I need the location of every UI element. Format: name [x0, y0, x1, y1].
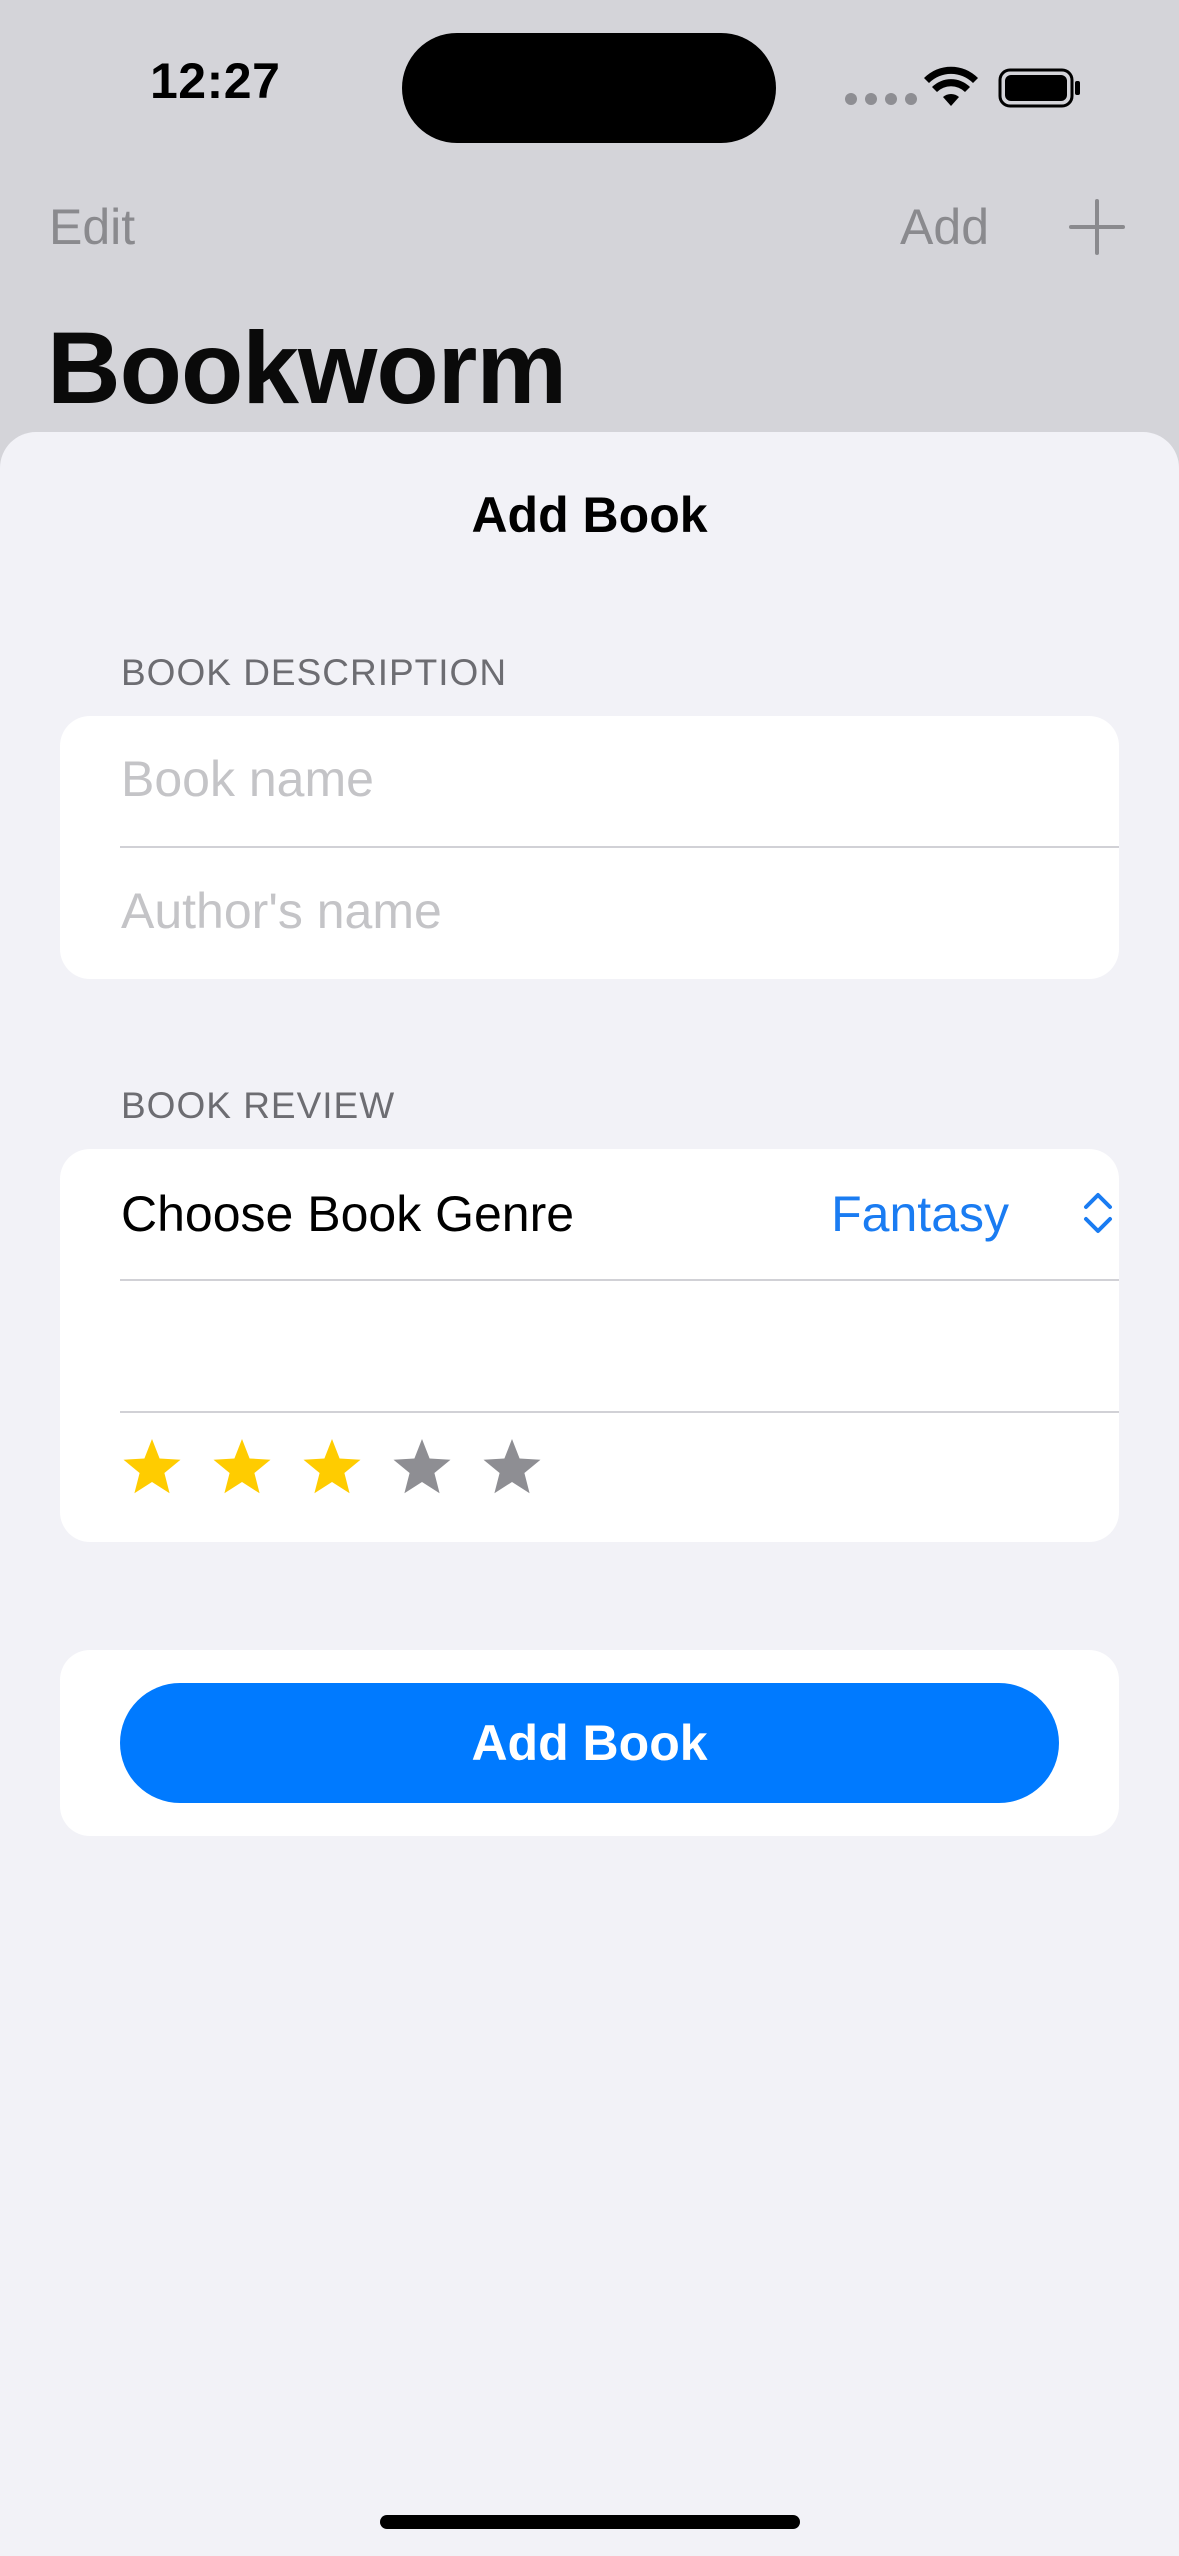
- genre-picker-value[interactable]: Fantasy: [831, 1185, 1009, 1243]
- page-title: Bookworm: [47, 311, 567, 425]
- star-rating[interactable]: [120, 1435, 544, 1499]
- genre-picker-row[interactable]: Choose Book Genre Fantasy: [60, 1149, 1119, 1280]
- cellular-signal-icon: [845, 93, 917, 105]
- star-empty-icon[interactable]: [390, 1435, 454, 1499]
- home-indicator: [380, 2515, 800, 2529]
- book-name-field[interactable]: Book name: [60, 716, 1119, 847]
- section-header-book-description: BOOK DESCRIPTION: [121, 652, 508, 693]
- star-empty-icon[interactable]: [480, 1435, 544, 1499]
- dynamic-island: [402, 33, 776, 143]
- chevron-up-down-icon[interactable]: [1080, 1189, 1116, 1237]
- star-filled-icon[interactable]: [300, 1435, 364, 1499]
- wifi-icon: [924, 66, 978, 106]
- author-name-field[interactable]: Author's name: [60, 848, 1119, 979]
- genre-label: Choose Book Genre: [121, 1186, 575, 1242]
- review-text-field[interactable]: [60, 1281, 1119, 1412]
- author-name-placeholder: Author's name: [121, 883, 442, 939]
- section-header-book-review: BOOK REVIEW: [121, 1085, 396, 1126]
- add-book-sheet: Add Book BOOK DESCRIPTION Book name Auth…: [0, 432, 1179, 2556]
- add-book-button[interactable]: Add Book: [120, 1683, 1059, 1803]
- star-filled-icon[interactable]: [120, 1435, 184, 1499]
- battery-icon: [998, 68, 1080, 108]
- plus-icon[interactable]: [1069, 199, 1125, 255]
- edit-button[interactable]: Edit: [49, 198, 135, 256]
- add-button[interactable]: Add: [900, 198, 989, 256]
- book-description-card: Book name Author's name: [60, 716, 1119, 979]
- add-button-card: Add Book: [60, 1650, 1119, 1836]
- book-name-placeholder: Book name: [121, 751, 374, 807]
- rating-row: [60, 1413, 1119, 1542]
- sheet-title: Add Book: [471, 487, 708, 543]
- book-review-card: Choose Book Genre Fantasy: [60, 1149, 1119, 1542]
- star-filled-icon[interactable]: [210, 1435, 274, 1499]
- status-time: 12:27: [150, 53, 281, 109]
